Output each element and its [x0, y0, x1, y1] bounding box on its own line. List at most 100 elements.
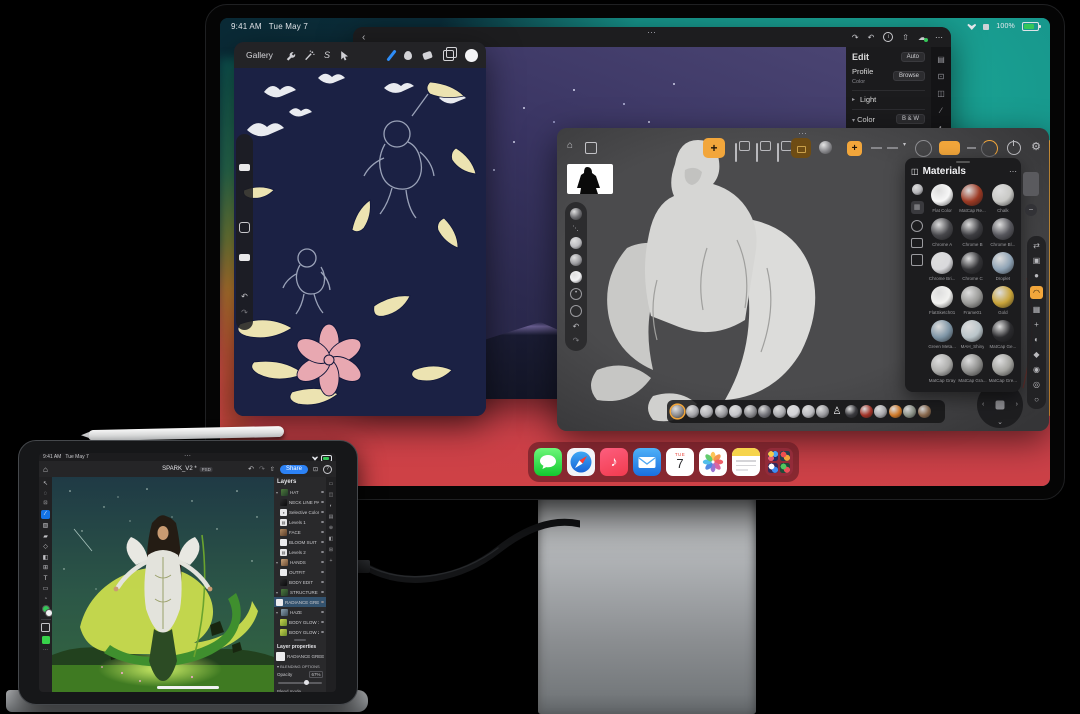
material-item[interactable]: Chrome C [957, 252, 987, 281]
gem-tool-icon[interactable]: ◆ [1033, 350, 1039, 359]
ps-export-icon[interactable]: ⇧ [270, 466, 275, 473]
dock-icon-messages[interactable] [534, 448, 562, 476]
color-swatch-icon[interactable] [465, 48, 478, 62]
panel-resize-handle[interactable] [294, 639, 306, 641]
layer-row[interactable]: ▤ Levels 1 [274, 517, 326, 527]
blending-options-section[interactable]: ▾ BLENDING OPTIONS [274, 663, 326, 670]
layer-visibility-icon[interactable] [320, 520, 324, 524]
brush-preset[interactable] [772, 405, 786, 418]
layer-row[interactable]: BODY GLOW 1 [274, 617, 326, 627]
material-item[interactable]: MatCap Ge... [988, 320, 1018, 349]
brush-preset-red[interactable] [859, 405, 873, 418]
material-item[interactable]: Chrome B [957, 218, 987, 247]
adjustment-icon[interactable]: ◐ [329, 503, 332, 509]
pick-color-icon[interactable] [570, 305, 582, 317]
material-item[interactable]: Chrome Bl... [988, 218, 1018, 247]
recent-clock-icon[interactable] [911, 220, 923, 232]
layer-visibility-icon[interactable] [320, 510, 324, 514]
brush-tool-icon[interactable]: ∕ [940, 106, 941, 115]
save-icon[interactable] [585, 142, 597, 154]
ps-home-icon[interactable]: ⌂ [43, 465, 48, 474]
brush-preset[interactable] [787, 405, 800, 418]
brush-preset[interactable] [801, 405, 815, 418]
layer-visibility-icon[interactable] [320, 560, 324, 564]
materials-more-icon[interactable]: ⋯ [1009, 167, 1017, 176]
duplicate-tool-icon[interactable] [777, 143, 779, 162]
layer-row[interactable]: ▾ STRUCTURE [274, 587, 326, 597]
more-icon[interactable]: ⋯ [935, 33, 943, 42]
strength-dial[interactable] [981, 140, 998, 157]
redo-icon[interactable]: ↷ [852, 33, 859, 42]
layer-visibility-icon[interactable] [320, 630, 324, 634]
brush-preset[interactable] [685, 405, 699, 418]
dock-icon-calendar[interactable]: TUE 7 [666, 448, 694, 476]
brush-preset[interactable] [729, 405, 742, 418]
opacity-slider[interactable] [278, 679, 322, 686]
material-ball-icon[interactable] [819, 141, 832, 154]
brush-preset-selected[interactable] [671, 405, 684, 418]
material-item[interactable]: MAH_Shiny [957, 320, 987, 349]
browse-button[interactable]: Browse [892, 71, 925, 81]
layer-visibility-icon[interactable] [320, 550, 324, 554]
falloff-icon[interactable]: ⋱ [573, 225, 580, 232]
type-tool-icon[interactable]: T [44, 575, 48, 582]
clone-tool-icon[interactable] [735, 143, 737, 162]
brush-preset[interactable] [874, 405, 887, 418]
material-item[interactable]: Green Meta... [927, 320, 957, 349]
layer-row[interactable]: ◑Selective Color 1 [274, 507, 326, 517]
brush-preset[interactable] [758, 405, 771, 418]
dpad-down-icon[interactable]: ⌄ [997, 418, 1003, 426]
material-item[interactable]: MatCap Re... [957, 184, 987, 213]
brush-preset-textured[interactable] [917, 405, 931, 418]
more-tools-icon[interactable]: ⋯ [43, 647, 48, 653]
target-tool-icon[interactable]: ◉ [1033, 365, 1040, 374]
crop-tool-icon[interactable]: ⊞ [43, 564, 48, 571]
ring-tool-icon[interactable]: ◎ [1033, 380, 1040, 389]
eraser-tool-icon[interactable]: ▰ [43, 533, 48, 540]
ps-send-icon[interactable]: ⊡ [313, 466, 318, 473]
add-button[interactable]: + [847, 141, 862, 156]
clone-tool-icon[interactable]: ▧ [43, 522, 49, 529]
opacity-slider[interactable] [239, 254, 250, 261]
add-color-icon[interactable]: • [570, 288, 582, 300]
eyedropper-tool-icon[interactable]: ◔ [44, 596, 47, 602]
material-item[interactable]: Flat Color [927, 184, 957, 213]
layer-row[interactable]: BODY EDIT [274, 577, 326, 587]
brush-preset[interactable] [743, 405, 757, 418]
material-item[interactable]: MatCap Gray [927, 354, 957, 383]
material-item[interactable]: Frame01 [957, 286, 987, 315]
dock-icon-notes[interactable] [732, 448, 760, 476]
material-item[interactable]: MatCap Gra... [957, 354, 987, 383]
layer-row[interactable]: NECK LINE PATCH [274, 497, 326, 507]
ps-share-button[interactable]: Share [279, 464, 308, 474]
layer-visibility-icon[interactable] [320, 540, 324, 544]
ps-canvas[interactable] [52, 477, 274, 692]
brush-preset[interactable] [903, 405, 916, 418]
dock-icon-safari[interactable] [567, 448, 595, 476]
redo-icon[interactable]: ↷ [573, 336, 580, 345]
share-icon[interactable]: ⇧ [902, 33, 909, 42]
reference-thumbnail[interactable] [567, 164, 613, 194]
comment-icon[interactable]: ▤ [329, 514, 334, 520]
brush-preset[interactable] [816, 405, 829, 418]
opacity-value[interactable]: 67% [308, 670, 323, 678]
move-tool-button[interactable]: + [703, 138, 725, 158]
selection-tool-icon[interactable]: S [324, 50, 330, 60]
undo-icon[interactable]: ↶ [236, 292, 253, 301]
brush-preview-icon[interactable] [570, 208, 582, 220]
modify-button[interactable] [239, 222, 250, 233]
preview-swatch[interactable] [41, 635, 50, 644]
layer-row[interactable]: OUTFIT [274, 567, 326, 577]
matcap-tool-icon-selected[interactable]: ◠ [1030, 286, 1043, 299]
select-tool-icon[interactable]: ⊡ [43, 500, 47, 506]
resize-tool-icon[interactable]: ⇄ [1033, 241, 1040, 250]
material-item[interactable]: FlatSketch01 [927, 286, 957, 315]
dropdown-caret-icon[interactable]: ▾ [903, 141, 906, 148]
power-icon[interactable] [1007, 140, 1021, 155]
blend-mode-label[interactable]: Blend mode [274, 687, 326, 692]
healing-tool-icon[interactable]: ◇ [43, 543, 48, 550]
ps-undo-icon[interactable]: ↶ [248, 465, 254, 473]
ps-help-icon[interactable]: ? [323, 464, 332, 474]
collapse-panel-icon[interactable]: − [1025, 204, 1037, 216]
dock-icon-app-library[interactable] [765, 448, 793, 476]
